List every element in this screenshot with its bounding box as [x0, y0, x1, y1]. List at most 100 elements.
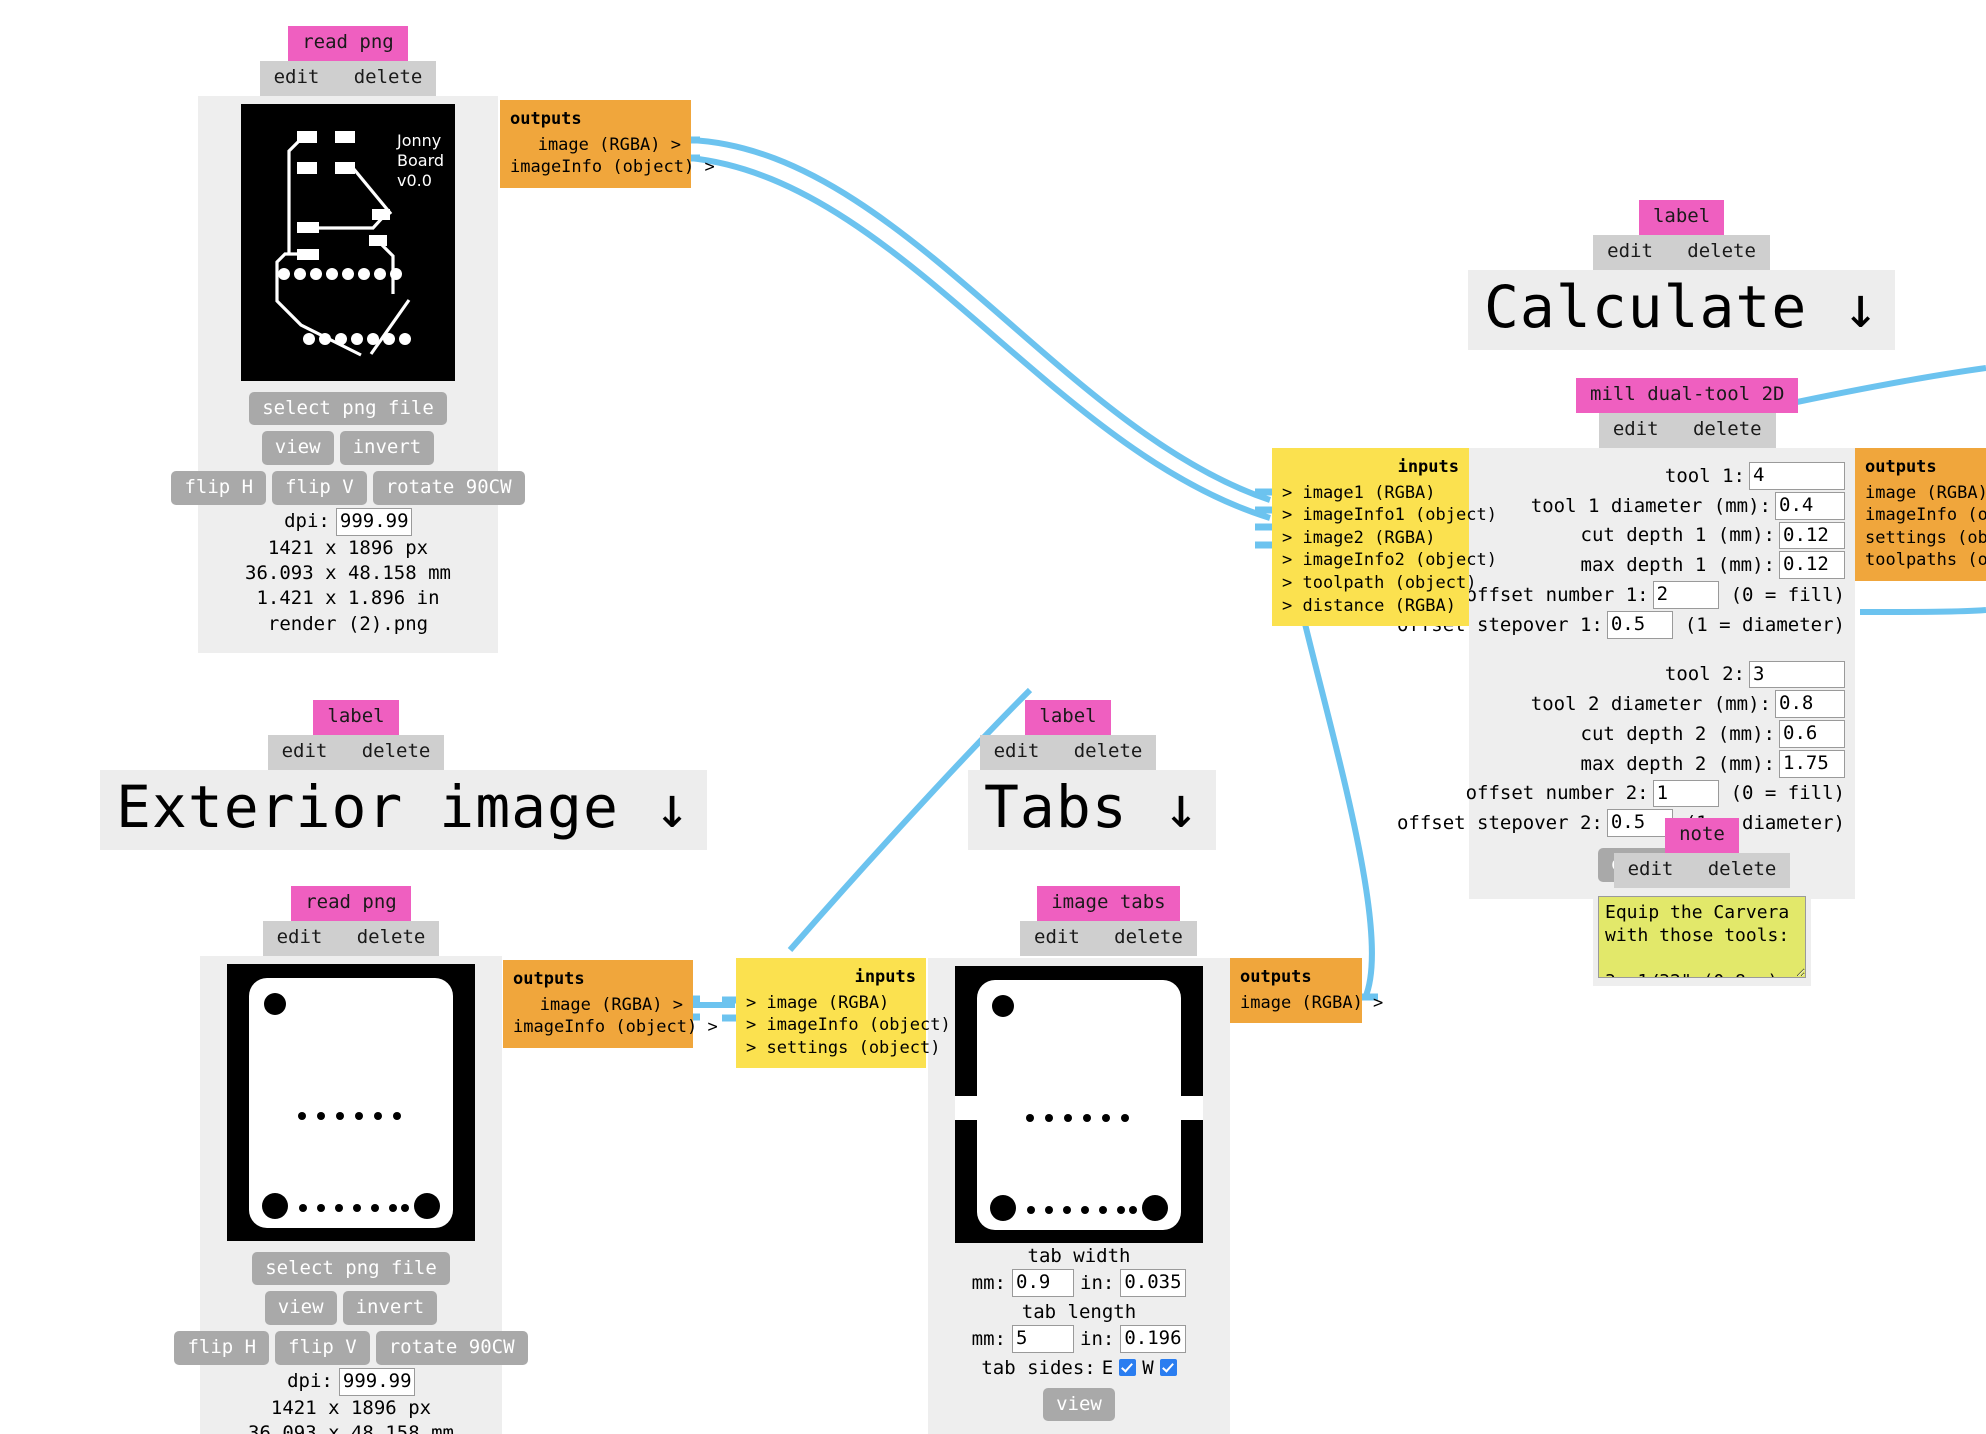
- field-input-tool-2-diameter[interactable]: [1775, 690, 1845, 718]
- input-port-image[interactable]: > image (RGBA): [746, 992, 916, 1015]
- output-port-settings[interactable]: settings (object) >: [1865, 527, 1986, 550]
- node-label-exterior-image[interactable]: label edit delete Exterior image ↓: [100, 700, 707, 851]
- output-port-toolpaths[interactable]: toolpaths (object) >: [1865, 549, 1986, 572]
- node-title[interactable]: note: [1665, 818, 1739, 853]
- info-mm: 36.093 x 48.158 mm: [245, 562, 451, 585]
- field-input-offset-stepover-1[interactable]: [1606, 610, 1673, 639]
- input-port-imageinfo2[interactable]: > imageInfo2 (object): [1282, 549, 1497, 572]
- node-title[interactable]: image tabs: [1037, 886, 1180, 921]
- pcb-preview-image[interactable]: Jonny Board v0.0: [241, 103, 455, 381]
- input-port-distance[interactable]: > distance (RGBA): [1282, 595, 1459, 618]
- view-button[interactable]: view: [261, 431, 334, 466]
- tab-side-e-checkbox[interactable]: [1119, 1359, 1137, 1376]
- node-title[interactable]: label: [313, 700, 399, 735]
- output-port-imageinfo[interactable]: imageInfo (object) >: [510, 156, 715, 179]
- input-port-image2[interactable]: > image2 (RGBA): [1282, 527, 1459, 550]
- select-png-file-button[interactable]: select png file: [252, 1251, 450, 1286]
- edit-action[interactable]: edit: [274, 66, 320, 88]
- input-port-imageinfo1[interactable]: > imageInfo1 (object): [1282, 504, 1497, 527]
- edit-action[interactable]: edit: [277, 926, 323, 948]
- node-header: note edit delete: [1593, 818, 1811, 888]
- tabs-preview-image[interactable]: [955, 966, 1203, 1243]
- rotate-90cw-button[interactable]: rotate 90CW: [372, 471, 525, 506]
- output-port-image[interactable]: image (RGBA) >: [1865, 482, 1986, 505]
- field-input-cut-depth-1[interactable]: [1779, 521, 1845, 550]
- flip-h-button[interactable]: flip H: [171, 471, 267, 506]
- tab-width-mm-input[interactable]: [1012, 1269, 1074, 1297]
- field-input-offset-number-2[interactable]: [1652, 779, 1719, 808]
- edit-action[interactable]: edit: [994, 740, 1040, 762]
- edit-action[interactable]: edit: [1628, 858, 1674, 880]
- node-title[interactable]: mill dual-tool 2D: [1576, 378, 1799, 413]
- view-button[interactable]: view: [264, 1291, 337, 1326]
- node-label-calculate[interactable]: label edit delete Calculate ↓: [1468, 200, 1896, 351]
- invert-button[interactable]: invert: [339, 431, 435, 466]
- field-input-tool-1[interactable]: [1749, 462, 1845, 490]
- node-label-tabs[interactable]: label edit delete Tabs ↓: [968, 700, 1216, 851]
- node-read-png-bottom[interactable]: read png edit delete select png file vie…: [174, 886, 528, 1434]
- select-png-file-button[interactable]: select png file: [249, 391, 447, 426]
- tab-side-w-checkbox[interactable]: [1159, 1359, 1177, 1376]
- field-label: max depth 1 (mm):: [1580, 554, 1775, 577]
- input-port-toolpath[interactable]: > toolpath (object): [1282, 572, 1476, 595]
- node-body: Equip the Carvera with those tools: 3: 1…: [1593, 887, 1811, 986]
- node-image-tabs-header[interactable]: image tabs edit delete: [1020, 886, 1197, 956]
- flip-v-button[interactable]: flip V: [275, 1331, 370, 1366]
- dpi-input[interactable]: [335, 508, 412, 536]
- edit-action[interactable]: edit: [1613, 418, 1659, 440]
- view-button[interactable]: view: [1043, 1387, 1115, 1422]
- node-graph-canvas[interactable]: read png edit delete Jonny Board v0.0 se…: [0, 0, 1986, 1434]
- edit-action[interactable]: edit: [1607, 240, 1653, 262]
- delete-action[interactable]: delete: [1687, 240, 1756, 262]
- output-port-image[interactable]: image (RGBA) >: [513, 994, 683, 1017]
- field-input-tool-2[interactable]: [1749, 660, 1845, 689]
- flip-h-button[interactable]: flip H: [174, 1331, 270, 1366]
- edit-action[interactable]: edit: [1034, 926, 1080, 948]
- delete-action[interactable]: delete: [1708, 858, 1777, 880]
- node-title[interactable]: label: [1638, 200, 1725, 235]
- tab-length-mm-input[interactable]: [1012, 1324, 1074, 1353]
- outputs-mill: outputs image (RGBA) > imageInfo (object…: [1855, 448, 1986, 582]
- field-input-cut-depth-2[interactable]: [1779, 720, 1845, 748]
- delete-action[interactable]: delete: [354, 66, 423, 88]
- invert-button[interactable]: invert: [342, 1291, 438, 1326]
- delete-action[interactable]: delete: [362, 740, 431, 762]
- outputs-image-tabs: outputs image (RGBA) >: [1230, 958, 1383, 1024]
- field-input-offset-number-1[interactable]: [1652, 581, 1719, 609]
- field-tool-1-diameter: tool 1 diameter (mm):: [1479, 491, 1845, 520]
- output-port-imageinfo[interactable]: imageInfo (object) >: [513, 1016, 718, 1039]
- info-px: 1421 x 1896 px: [270, 1396, 432, 1419]
- node-title[interactable]: label: [1025, 700, 1111, 735]
- tab-width-in-input[interactable]: [1120, 1269, 1187, 1297]
- field-input-max-depth-2[interactable]: [1779, 749, 1845, 778]
- output-port-image[interactable]: image (RGBA) >: [510, 134, 681, 157]
- node-read-png-top[interactable]: read png edit delete Jonny Board v0.0 se…: [171, 26, 525, 653]
- output-port-imageinfo[interactable]: imageInfo (object) >: [1865, 504, 1986, 527]
- node-title[interactable]: read png: [291, 886, 411, 921]
- input-port-imageinfo[interactable]: > imageInfo (object): [746, 1014, 951, 1037]
- input-port-image1[interactable]: > image1 (RGBA): [1282, 482, 1459, 505]
- tab-length-in-label: in:: [1080, 1327, 1115, 1350]
- node-mill-dual-tool-2d-header[interactable]: mill dual-tool 2D edit delete: [1576, 378, 1799, 448]
- flip-v-button[interactable]: flip V: [272, 471, 367, 506]
- field-input-max-depth-1[interactable]: [1779, 551, 1845, 579]
- node-actions: edit delete: [267, 734, 445, 770]
- rotate-90cw-button[interactable]: rotate 90CW: [375, 1331, 528, 1366]
- node-title[interactable]: read png: [288, 26, 408, 61]
- input-port-settings[interactable]: > settings (object): [746, 1037, 940, 1060]
- delete-action[interactable]: delete: [1114, 926, 1183, 948]
- note-textarea[interactable]: Equip the Carvera with those tools: 3: 1…: [1598, 895, 1806, 978]
- field-label: cut depth 1 (mm):: [1580, 524, 1775, 547]
- inputs-mill: inputs > image1 (RGBA) > imageInfo1 (obj…: [1272, 448, 1497, 627]
- exterior-preview-image[interactable]: [227, 963, 475, 1241]
- node-note[interactable]: note edit delete Equip the Carvera with …: [1593, 818, 1811, 986]
- delete-action[interactable]: delete: [1693, 418, 1762, 440]
- delete-action[interactable]: delete: [1074, 740, 1143, 762]
- output-port-image[interactable]: image (RGBA) >: [1240, 992, 1383, 1015]
- edit-action[interactable]: edit: [282, 740, 328, 762]
- tab-length-in-input[interactable]: [1120, 1324, 1187, 1353]
- field-label: tool 2 diameter (mm):: [1530, 693, 1771, 716]
- delete-action[interactable]: delete: [357, 926, 426, 948]
- dpi-input[interactable]: [338, 1368, 415, 1396]
- field-input-tool-1-diameter[interactable]: [1775, 491, 1845, 520]
